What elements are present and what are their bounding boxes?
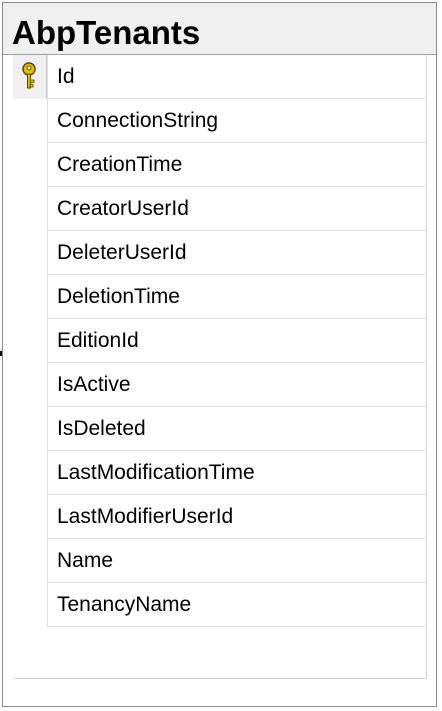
column-row[interactable]: TenancyName	[13, 583, 426, 627]
column-row[interactable]: IsActive	[13, 363, 426, 407]
column-name: DeleterUserId	[57, 241, 187, 264]
column-name: TenancyName	[57, 593, 192, 616]
column-name: Id	[57, 65, 75, 88]
column-name: CreationTime	[57, 153, 183, 176]
row-selector[interactable]	[13, 627, 47, 671]
column-row[interactable]: CreationTime	[13, 143, 426, 187]
row-selector[interactable]	[13, 231, 47, 275]
column-name: CreatorUserId	[57, 197, 189, 220]
row-selector[interactable]	[13, 495, 47, 539]
row-selector[interactable]	[13, 451, 47, 495]
column-list: Id ConnectionString CreationTime Creator…	[13, 55, 427, 679]
key-icon	[22, 62, 36, 89]
table-diagram-box[interactable]: AbpTenants Id ConnectionString CreationT…	[2, 2, 437, 707]
row-selector[interactable]	[13, 363, 47, 407]
row-selector[interactable]	[13, 187, 47, 231]
row-selector[interactable]	[13, 407, 47, 451]
column-name: DeletionTime	[57, 285, 180, 308]
column-name: LastModifierUserId	[57, 505, 234, 528]
row-selector[interactable]	[13, 583, 47, 627]
column-row[interactable]: LastModificationTime	[13, 451, 426, 495]
table-title-bar[interactable]: AbpTenants	[3, 3, 436, 55]
row-selector[interactable]	[13, 99, 47, 143]
column-row[interactable]: Name	[13, 539, 426, 583]
column-name: Name	[57, 549, 114, 572]
table-title: AbpTenants	[12, 14, 201, 51]
column-name: IsActive	[57, 373, 131, 396]
column-name: EditionId	[57, 329, 139, 352]
column-row[interactable]: DeletionTime	[13, 275, 426, 319]
column-row[interactable]: DeleterUserId	[13, 231, 426, 275]
row-selector[interactable]	[13, 55, 47, 99]
column-row[interactable]: EditionId	[13, 319, 426, 363]
row-selector[interactable]	[13, 143, 47, 187]
column-row[interactable]: LastModifierUserId	[13, 495, 426, 539]
row-selector[interactable]	[13, 275, 47, 319]
column-name: LastModificationTime	[57, 461, 255, 484]
row-selector[interactable]	[13, 539, 47, 583]
row-selector[interactable]	[13, 319, 47, 363]
empty-row[interactable]	[13, 627, 426, 671]
column-name: ConnectionString	[57, 109, 219, 132]
column-row[interactable]: CreatorUserId	[13, 187, 426, 231]
column-row[interactable]: IsDeleted	[13, 407, 426, 451]
row-grid	[47, 55, 426, 99]
column-row-id[interactable]: Id	[13, 55, 426, 99]
column-row[interactable]: ConnectionString	[13, 99, 426, 143]
column-name: IsDeleted	[57, 417, 146, 440]
